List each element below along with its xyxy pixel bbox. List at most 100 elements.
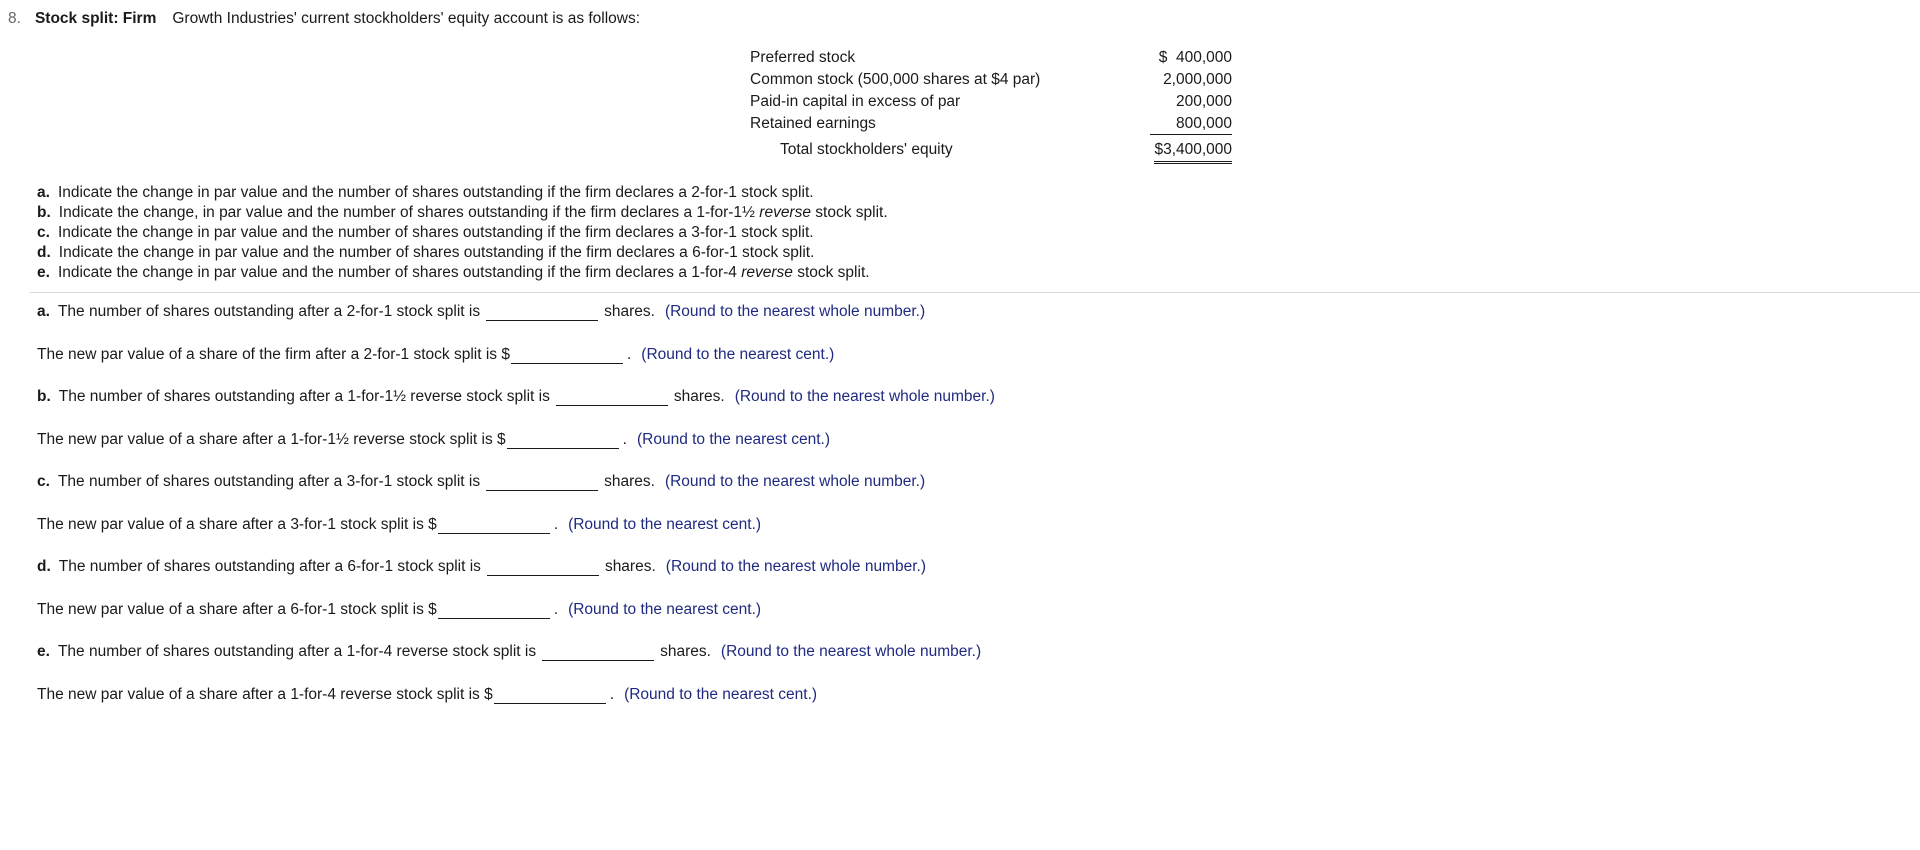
shares-answer-input-c[interactable] [486, 472, 599, 491]
equity-total-row: Total stockholders' equity $3,400,000 [750, 135, 1233, 165]
equity-row-amount: 2,000,000 [1150, 69, 1232, 91]
part-text: Indicate the change in par value and the… [57, 224, 814, 241]
part-text: Indicate the change in par value and the… [57, 264, 742, 281]
part-text: Indicate the change, in par value and th… [58, 204, 760, 221]
answer-row-d-par: The new par value of a share after a 6-f… [37, 600, 761, 619]
equity-row: Preferred stock $ 400,000 [750, 47, 1232, 69]
question-page: 8. Stock split: Firm Growth Industries' … [0, 0, 1920, 850]
part-letter: a. [37, 184, 50, 201]
question-intro: Growth Industries' current stockholders'… [172, 10, 641, 27]
equity-row: Common stock (500,000 shares at $4 par) … [750, 69, 1232, 91]
shares-unit: shares. [604, 557, 656, 575]
part-item: a. Indicate the change in par value and t… [37, 183, 888, 203]
part-letter: c. [37, 224, 50, 241]
part-text-end: stock split. [810, 204, 888, 221]
answer-row-a-shares: a. The number of shares outstanding afte… [37, 302, 925, 321]
answer-prompt: The new par value of a share after a 3-f… [37, 515, 437, 533]
part-letter: b. [37, 204, 51, 221]
shares-answer-input-b[interactable] [555, 387, 668, 406]
equity-row-label: Retained earnings [750, 115, 876, 132]
rounding-hint: (Round to the nearest cent.) [568, 515, 762, 533]
answer-prompt: The number of shares outstanding after a… [57, 472, 481, 490]
par-value-answer-input-e[interactable] [493, 685, 606, 704]
shares-unit: shares. [604, 472, 655, 490]
rounding-hint: (Round to the nearest whole number.) [720, 642, 982, 660]
shares-answer-input-d[interactable] [486, 557, 599, 576]
equity-row: Paid-in capital in excess of par 200,000 [750, 91, 1232, 113]
shares-answer-input-a[interactable] [486, 302, 599, 321]
part-emphasis: reverse [759, 204, 811, 221]
question-header: 8. Stock split: Firm Growth Industries' … [0, 10, 640, 28]
answer-letter: d. [37, 557, 51, 575]
sentence-period: . [609, 685, 615, 703]
answer-letter: c. [37, 472, 50, 490]
question-parts: a. Indicate the change in par value and t… [37, 183, 888, 283]
equity-row-label: Paid-in capital in excess of par [750, 93, 961, 110]
equity-total-amount: $3,400,000 [1150, 135, 1233, 165]
equity-amount-value: 2,000,000 [1163, 71, 1233, 88]
equity-row-amount: 200,000 [1150, 91, 1232, 113]
sentence-period: . [553, 600, 559, 618]
par-value-answer-input-d[interactable] [437, 600, 550, 619]
par-value-answer-input-b[interactable] [506, 430, 619, 449]
answer-row-d-shares: d. The number of shares outstanding afte… [37, 557, 926, 576]
shares-answer-input-e[interactable] [542, 642, 655, 661]
question-number: 8. [8, 10, 21, 27]
rounding-hint: (Round to the nearest cent.) [624, 685, 818, 703]
equity-total-value: $3,400,000 [1154, 139, 1233, 164]
sentence-period: . [553, 515, 559, 533]
sentence-period: . [626, 345, 632, 363]
question-title: Stock split: Firm [34, 10, 157, 27]
equity-row: Retained earnings 800,000 [750, 113, 1233, 135]
equity-amount-value: 200,000 [1176, 93, 1233, 110]
part-item: e. Indicate the change in par value and t… [37, 263, 888, 283]
equity-total-label: Total stockholders' equity [780, 141, 953, 158]
answer-row-b-par: The new par value of a share after a 1-f… [37, 430, 830, 449]
answer-prompt: The number of shares outstanding after a… [57, 642, 537, 660]
section-divider [30, 292, 1920, 293]
part-letter: d. [37, 244, 51, 261]
rounding-hint: (Round to the nearest whole number.) [664, 472, 926, 490]
answer-prompt: The new par value of a share of the firm… [37, 345, 510, 363]
part-text: Indicate the change in par value and the… [57, 184, 814, 201]
part-emphasis: reverse [741, 264, 793, 281]
equity-row-label: Common stock (500,000 shares at $4 par) [750, 71, 1041, 88]
answer-row-c-shares: c. The number of shares outstanding afte… [37, 472, 925, 491]
rounding-hint: (Round to the nearest cent.) [568, 600, 762, 618]
answer-letter: b. [37, 387, 51, 405]
equity-table: Preferred stock $ 400,000 Common stock (… [750, 47, 1233, 165]
par-value-answer-input-c[interactable] [437, 515, 550, 534]
part-item: b. Indicate the change, in par value and … [37, 203, 888, 223]
part-letter: e. [37, 264, 50, 281]
equity-row-amount: 800,000 [1150, 113, 1233, 135]
part-item: d. Indicate the change in par value and t… [37, 243, 888, 263]
answer-prompt: The new par value of a share after a 1-f… [37, 685, 493, 703]
rounding-hint: (Round to the nearest whole number.) [665, 557, 926, 575]
part-item: c. Indicate the change in par value and t… [37, 223, 888, 243]
answer-row-e-par: The new par value of a share after a 1-f… [37, 685, 817, 704]
answer-letter: e. [37, 642, 50, 660]
answer-letter: a. [37, 302, 50, 320]
answer-row-b-shares: b. The number of shares outstanding afte… [37, 387, 995, 406]
rounding-hint: (Round to the nearest cent.) [641, 345, 835, 363]
shares-unit: shares. [660, 642, 711, 660]
par-value-answer-input-a[interactable] [510, 345, 623, 364]
sentence-period: . [622, 430, 627, 448]
answer-row-e-shares: e. The number of shares outstanding afte… [37, 642, 981, 661]
rounding-hint: (Round to the nearest whole number.) [664, 302, 926, 320]
equity-amount-value: $ 400,000 [1158, 49, 1233, 66]
equity-row-amount: $ 400,000 [1150, 47, 1232, 69]
answer-row-a-par: The new par value of a share of the firm… [37, 345, 834, 364]
rounding-hint: (Round to the nearest cent.) [636, 430, 830, 448]
equity-row-label: Preferred stock [750, 49, 856, 66]
part-text-end: stock split. [792, 264, 870, 281]
rounding-hint: (Round to the nearest whole number.) [734, 387, 995, 405]
equity-amount-value: 800,000 [1150, 114, 1233, 135]
shares-unit: shares. [604, 302, 655, 320]
answer-row-c-par: The new par value of a share after a 3-f… [37, 515, 761, 534]
answer-prompt: The number of shares outstanding after a… [58, 557, 481, 575]
answer-prompt: The number of shares outstanding after a… [57, 302, 481, 320]
shares-unit: shares. [673, 387, 725, 405]
answer-prompt: The new par value of a share after a 6-f… [37, 600, 437, 618]
answer-prompt: The new par value of a share after a 1-f… [37, 430, 506, 448]
